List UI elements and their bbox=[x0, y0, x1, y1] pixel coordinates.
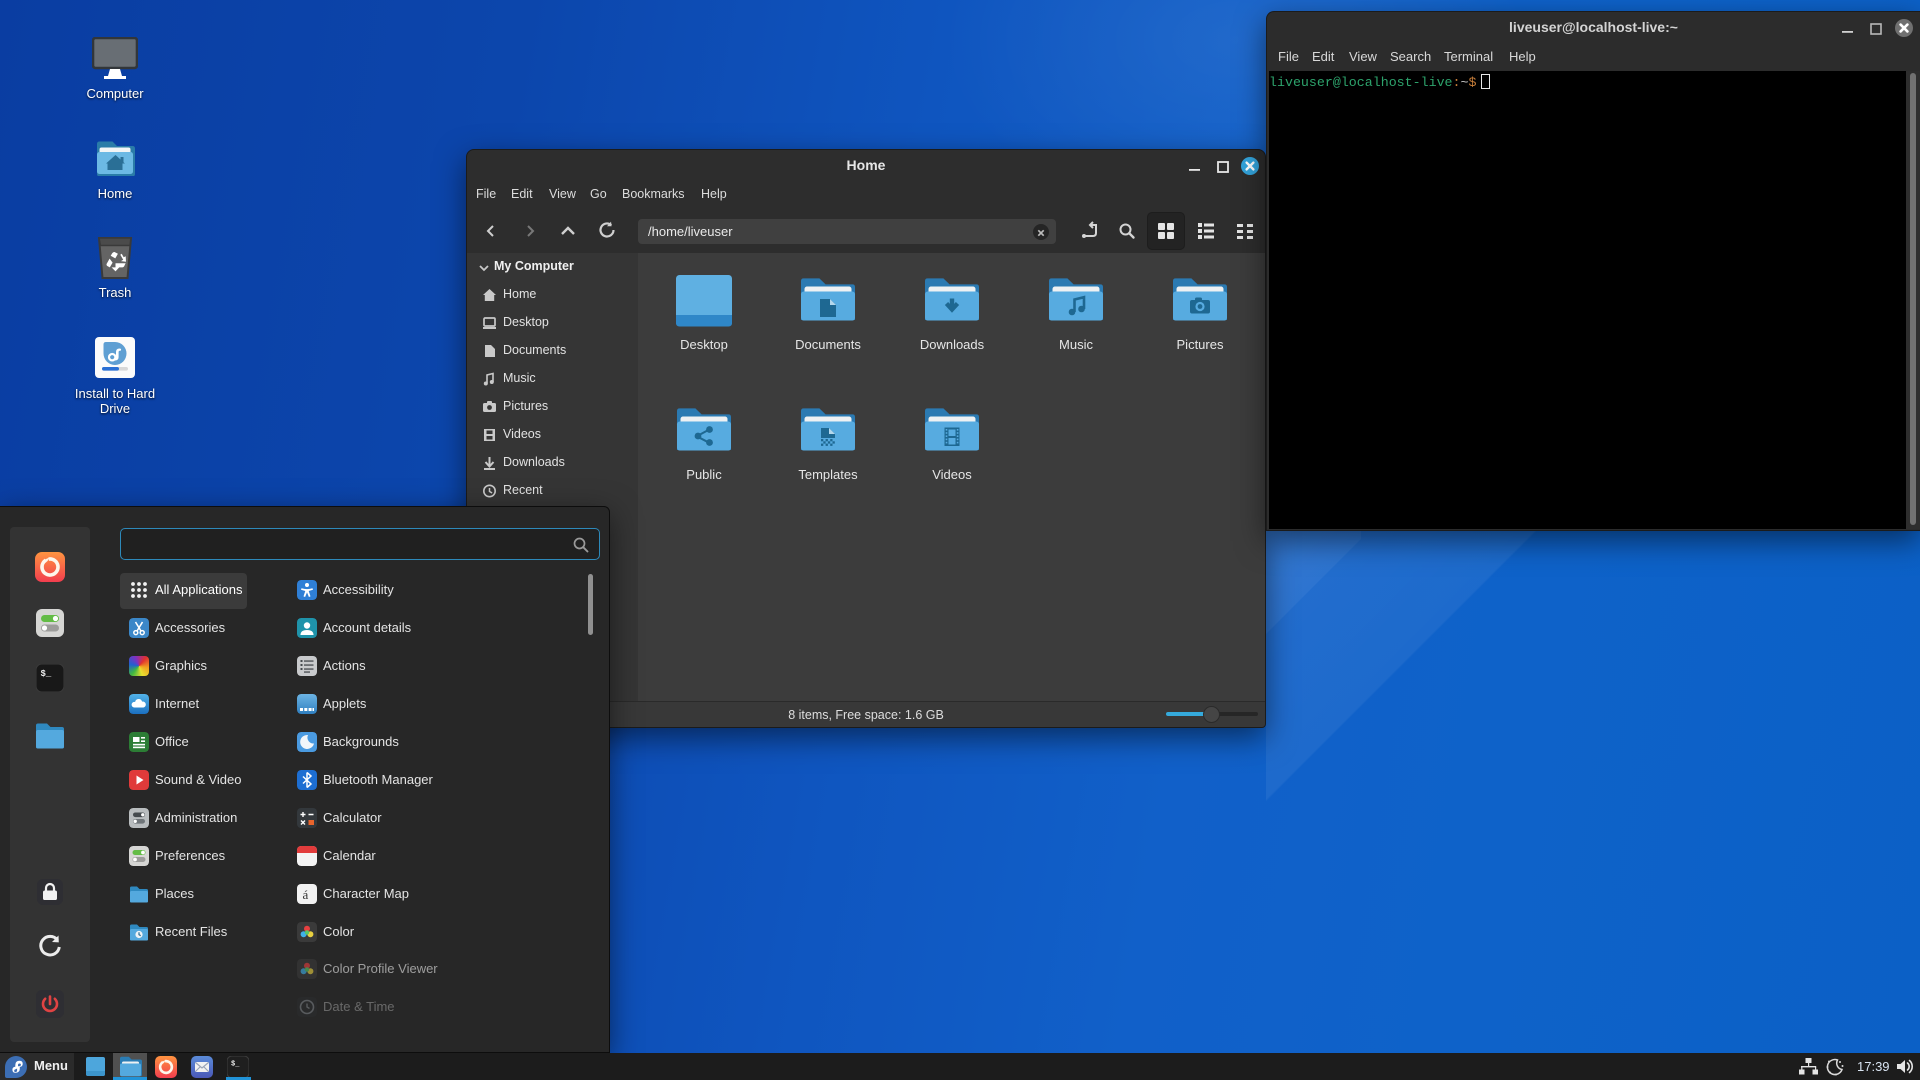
svg-text:á: á bbox=[303, 887, 309, 902]
svg-text:$_: $_ bbox=[41, 669, 52, 679]
svg-text:$_: $_ bbox=[231, 1060, 240, 1068]
